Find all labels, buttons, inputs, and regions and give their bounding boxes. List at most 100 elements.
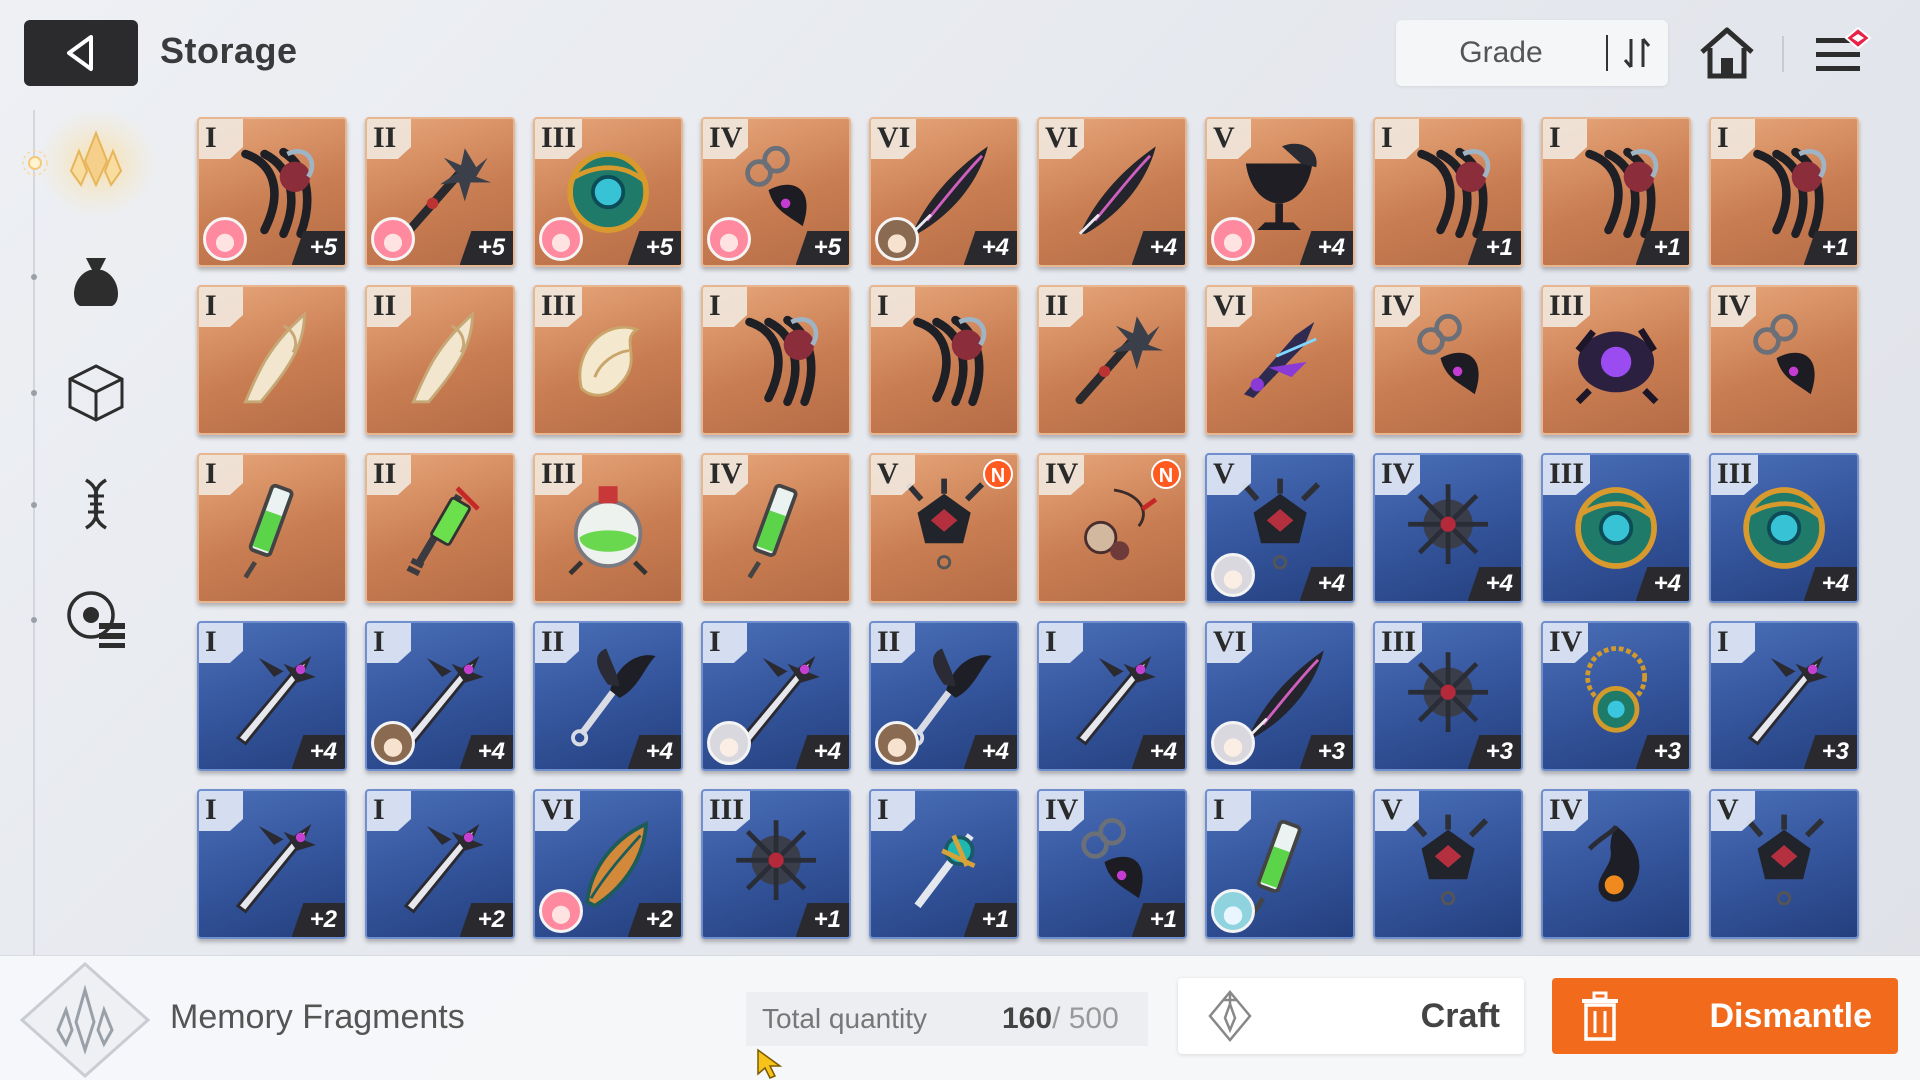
memory-fragment-tile[interactable]: IV +1 [1037, 789, 1187, 939]
total-quantity-value: 160 [1002, 1002, 1053, 1035]
memory-fragment-tile[interactable]: III [533, 453, 683, 603]
memory-fragment-tile[interactable]: IV [1541, 789, 1691, 939]
memory-fragment-tile[interactable]: VI +4 [1037, 117, 1187, 267]
memory-fragment-tile[interactable]: I +4 [1037, 621, 1187, 771]
dismantle-label: Dismantle [1709, 996, 1873, 1035]
sidebar-item-records[interactable] [60, 582, 132, 654]
dismantle-button[interactable]: Dismantle [1552, 978, 1898, 1054]
memory-fragment-icon [19, 961, 151, 1079]
grade-label: IV [703, 119, 749, 159]
page-title: Storage [160, 30, 298, 71]
sort-order-icon[interactable] [1608, 35, 1666, 71]
memory-fragment-tile[interactable]: IV +5 [701, 117, 851, 267]
memory-fragment-tile[interactable]: I +2 [365, 789, 515, 939]
grade-label: I [199, 791, 243, 831]
memory-fragment-tile[interactable]: IV [1709, 285, 1859, 435]
memory-fragment-tile[interactable]: I [701, 285, 851, 435]
memory-fragment-tile[interactable]: IV [701, 453, 851, 603]
back-button[interactable] [24, 20, 138, 86]
memory-fragment-tile[interactable]: I +3 [1709, 621, 1859, 771]
memory-fragment-tile[interactable]: IV +3 [1541, 621, 1691, 771]
sidebar-item-memory-fragments[interactable] [60, 124, 132, 196]
memory-fragment-tile[interactable]: VI [1205, 285, 1355, 435]
memory-fragment-tile[interactable]: I +1 [1373, 117, 1523, 267]
trash-icon [1582, 991, 1618, 1041]
sort-grade-button[interactable]: Grade [1396, 20, 1668, 86]
memory-fragment-tile[interactable]: IV [1373, 285, 1523, 435]
sidebar-item-items[interactable] [60, 356, 132, 428]
memory-fragment-tile[interactable]: I [197, 285, 347, 435]
equipped-character-avatar [371, 721, 415, 765]
memory-fragment-tile[interactable]: III +3 [1373, 621, 1523, 771]
memory-fragment-tile[interactable]: II +4 [533, 621, 683, 771]
memory-fragment-tile[interactable]: II +4 [869, 621, 1019, 771]
equipped-character-avatar [203, 217, 247, 261]
memory-fragment-tile[interactable]: I +1 [1541, 117, 1691, 267]
craft-icon [1208, 990, 1252, 1042]
memory-fragment-tile[interactable]: V [1373, 789, 1523, 939]
memory-fragment-tile[interactable]: III +1 [701, 789, 851, 939]
equipped-character-avatar [707, 721, 751, 765]
memory-fragment-tile[interactable]: III +4 [1541, 453, 1691, 603]
equipped-character-avatar [539, 889, 583, 933]
new-badge: N [1151, 459, 1181, 489]
equipped-character-avatar [707, 217, 751, 261]
grade-label: III [535, 287, 583, 327]
sidebar-item-materials[interactable] [60, 244, 132, 316]
grade-label: I [367, 791, 411, 831]
equipped-character-avatar [875, 217, 919, 261]
sidebar-dot [31, 390, 37, 396]
grade-label: III [1375, 623, 1423, 663]
memory-fragment-tile[interactable]: V +4 [1205, 117, 1355, 267]
grade-label: I [199, 287, 243, 327]
equipped-character-avatar [539, 217, 583, 261]
memory-fragment-tile[interactable]: I +5 [197, 117, 347, 267]
memory-fragment-tile[interactable]: V +4 [1205, 453, 1355, 603]
menu-icon[interactable] [1812, 26, 1874, 82]
cube-icon [68, 364, 124, 422]
memory-fragment-tile[interactable]: I [869, 285, 1019, 435]
memory-fragment-tile[interactable]: I +1 [1709, 117, 1859, 267]
grade-label: VI [535, 791, 581, 831]
memory-fragment-tile[interactable]: I +4 [365, 621, 515, 771]
memory-fragment-tile[interactable]: VI +3 [1205, 621, 1355, 771]
memory-fragment-tile[interactable]: II +5 [365, 117, 515, 267]
memory-fragment-tile[interactable]: IV N [1037, 453, 1187, 603]
sidebar-item-dna[interactable] [60, 468, 132, 540]
memory-fragment-tile[interactable]: II [1037, 285, 1187, 435]
grade-label: I [199, 455, 243, 495]
grade-label: I [199, 623, 243, 663]
memory-fragment-tile[interactable]: III +5 [533, 117, 683, 267]
equipped-character-avatar [1211, 553, 1255, 597]
memory-fragment-tile[interactable]: III +4 [1709, 453, 1859, 603]
memory-fragment-tile[interactable]: III [1541, 285, 1691, 435]
grade-label: II [367, 287, 411, 327]
memory-fragment-tile[interactable]: I +4 [197, 621, 347, 771]
grade-label: III [1711, 455, 1759, 495]
memory-fragment-tile[interactable]: II [365, 453, 515, 603]
dna-icon [85, 478, 107, 530]
memory-fragment-tile[interactable]: VI +4 [869, 117, 1019, 267]
craft-button[interactable]: Craft [1178, 978, 1524, 1054]
memory-fragment-tile[interactable]: I [1205, 789, 1355, 939]
memory-fragment-tile[interactable]: V [1709, 789, 1859, 939]
disc-list-icon [67, 591, 125, 648]
memory-fragment-tile[interactable]: IV +4 [1373, 453, 1523, 603]
grade-label: III [535, 119, 583, 159]
memory-fragment-tile[interactable]: II [365, 285, 515, 435]
memory-fragment-tile[interactable]: I +2 [197, 789, 347, 939]
sidebar-dot [31, 617, 37, 623]
memory-fragment-tile[interactable]: VI +2 [533, 789, 683, 939]
grade-label: VI [871, 119, 917, 159]
memory-fragment-tile[interactable]: III [533, 285, 683, 435]
memory-fragment-tile[interactable]: I [197, 453, 347, 603]
divider [1782, 36, 1784, 72]
memory-fragment-tile[interactable]: VN [869, 453, 1019, 603]
memory-fragment-tile[interactable]: I +4 [701, 621, 851, 771]
equipped-character-avatar [1211, 721, 1255, 765]
memory-fragment-tile[interactable]: I +1 [869, 789, 1019, 939]
grade-label: II [367, 119, 411, 159]
pouch-icon [74, 258, 118, 306]
grade-label: III [1543, 287, 1591, 327]
home-icon[interactable] [1696, 22, 1758, 84]
